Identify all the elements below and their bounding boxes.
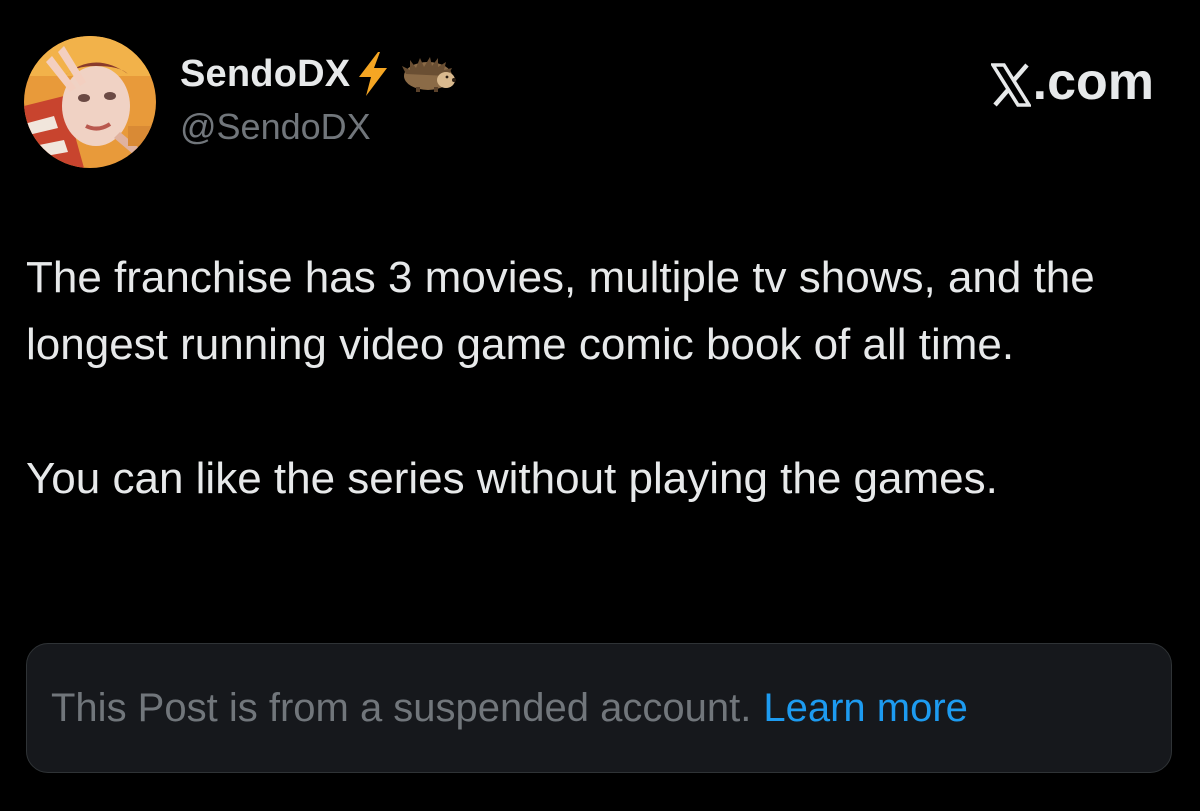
author-display-name[interactable]: SendoDX xyxy=(180,53,350,96)
hedgehog-icon xyxy=(400,54,457,94)
learn-more-link[interactable]: Learn more xyxy=(763,686,968,731)
brand-watermark: .com xyxy=(989,52,1154,112)
x-logo-icon xyxy=(989,60,1032,107)
author-name-row[interactable]: SendoDX xyxy=(180,50,457,98)
avatar[interactable] xyxy=(24,36,156,168)
post-text: The franchise has 3 movies, multiple tv … xyxy=(26,244,1176,512)
avatar-image xyxy=(24,36,156,168)
author-handle[interactable]: @SendoDX xyxy=(180,106,371,148)
post-paragraph: The franchise has 3 movies, multiple tv … xyxy=(26,253,1095,369)
bolt-icon xyxy=(356,51,390,97)
brand-suffix: .com xyxy=(1032,53,1154,111)
post-paragraph: You can like the series without playing … xyxy=(26,454,998,503)
suspended-account-notice: This Post is from a suspended account. L… xyxy=(26,643,1172,773)
notice-text: This Post is from a suspended account. xyxy=(51,685,752,730)
